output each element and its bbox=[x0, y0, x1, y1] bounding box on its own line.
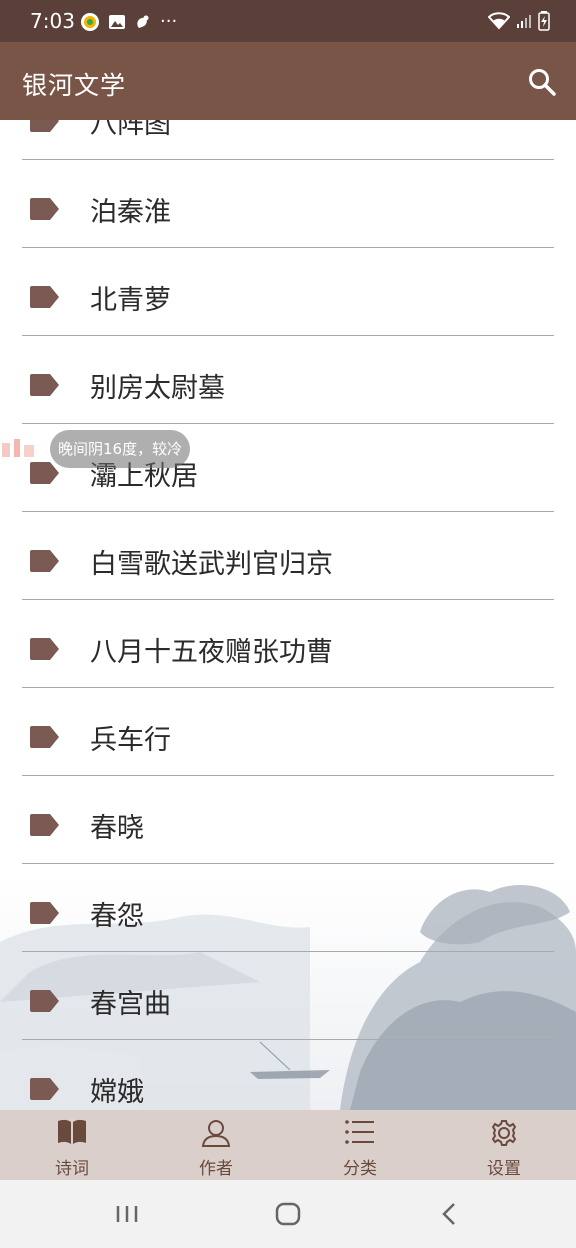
tag-icon bbox=[30, 902, 59, 924]
book-icon bbox=[58, 1119, 86, 1144]
poem-list: 八阵图 泊秦淮 北青萝 别房太尉墓 灞上秋居 白雪歌送武判官归京 八月十五夜赠张… bbox=[0, 120, 576, 1110]
poem-title: 八月十五夜赠张功曹 bbox=[90, 637, 333, 668]
list-item[interactable]: 春宫曲 bbox=[0, 952, 576, 1040]
app-title: 银河文学 bbox=[22, 71, 127, 100]
weather-deco-icon bbox=[2, 439, 34, 457]
list-item[interactable]: 别房太尉墓 bbox=[0, 336, 576, 424]
tag-icon bbox=[30, 814, 59, 836]
tag-icon bbox=[30, 462, 59, 484]
poem-title: 兵车行 bbox=[90, 725, 171, 756]
wifi-icon bbox=[488, 12, 510, 30]
poem-title: 北青萝 bbox=[90, 285, 171, 316]
app-bar: 银河文学 bbox=[0, 42, 576, 120]
person-icon bbox=[201, 1120, 231, 1147]
recent-apps-button[interactable] bbox=[114, 1198, 140, 1230]
tag-icon bbox=[30, 990, 59, 1012]
bottom-navigation: 诗词 作者 分类 设置 bbox=[0, 1110, 576, 1180]
list-icon bbox=[345, 1120, 374, 1144]
signal-icon bbox=[517, 15, 531, 28]
tag-icon bbox=[30, 198, 59, 220]
list-item[interactable]: 八月十五夜赠张功曹 bbox=[0, 600, 576, 688]
nav-settings-label: 设置 bbox=[487, 1159, 521, 1179]
list-item[interactable]: 春怨 bbox=[0, 864, 576, 952]
home-button[interactable] bbox=[274, 1198, 302, 1230]
status-time: 7:03 bbox=[30, 9, 75, 33]
poem-title: 白雪歌送武判官归京 bbox=[90, 549, 333, 580]
poem-title: 泊秦淮 bbox=[90, 197, 171, 228]
nav-poems[interactable]: 诗词 bbox=[0, 1110, 144, 1180]
poem-title: 春晓 bbox=[90, 813, 144, 844]
search-icon bbox=[529, 69, 556, 96]
poem-title: 八阵图 bbox=[90, 120, 171, 140]
more-notifications-icon: ··· bbox=[160, 11, 178, 32]
tag-icon bbox=[30, 726, 59, 748]
nav-categories[interactable]: 分类 bbox=[288, 1110, 432, 1180]
status-bar: 7:03 ··· bbox=[0, 0, 576, 42]
notification-icons: ··· bbox=[80, 11, 177, 32]
tag-icon bbox=[30, 638, 59, 660]
list-item[interactable]: 白雪歌送武判官归京 bbox=[0, 512, 576, 600]
list-item[interactable]: 嫦娥 bbox=[0, 1040, 576, 1110]
battery-icon bbox=[538, 11, 550, 31]
nav-settings[interactable]: 设置 bbox=[432, 1110, 576, 1180]
poem-title: 别房太尉墓 bbox=[90, 373, 225, 404]
system-status-icons bbox=[488, 11, 550, 31]
tag-icon bbox=[30, 374, 59, 396]
poem-title: 嫦娥 bbox=[90, 1077, 144, 1108]
list-item[interactable]: 兵车行 bbox=[0, 688, 576, 776]
tag-icon bbox=[30, 1078, 59, 1100]
tag-icon bbox=[30, 286, 59, 308]
nav-poems-label: 诗词 bbox=[55, 1159, 89, 1179]
nav-authors[interactable]: 作者 bbox=[144, 1110, 288, 1180]
gallery-notification-icon bbox=[109, 14, 125, 29]
back-button[interactable] bbox=[438, 1198, 460, 1230]
gear-icon bbox=[491, 1120, 517, 1146]
search-button[interactable] bbox=[526, 66, 558, 98]
tag-icon bbox=[30, 120, 59, 132]
weather-toast[interactable]: 晚间阴16度，较冷 bbox=[50, 430, 191, 468]
poem-title: 春宫曲 bbox=[90, 989, 171, 1020]
system-navigation-bar bbox=[0, 1180, 576, 1248]
list-item[interactable]: 北青萝 bbox=[0, 248, 576, 336]
nav-categories-label: 分类 bbox=[343, 1159, 377, 1179]
app-notification-icon bbox=[81, 12, 99, 31]
nav-authors-label: 作者 bbox=[199, 1159, 233, 1179]
tag-icon bbox=[30, 550, 59, 572]
list-item[interactable]: 泊秦淮 bbox=[0, 160, 576, 248]
list-item[interactable]: 春晓 bbox=[0, 776, 576, 864]
poem-list-container[interactable]: 八阵图 泊秦淮 北青萝 别房太尉墓 灞上秋居 白雪歌送武判官归京 八月十五夜赠张… bbox=[0, 120, 576, 1110]
poem-title: 春怨 bbox=[90, 901, 144, 932]
list-item[interactable]: 八阵图 bbox=[0, 120, 576, 160]
squirrel-notification-icon bbox=[137, 15, 149, 28]
